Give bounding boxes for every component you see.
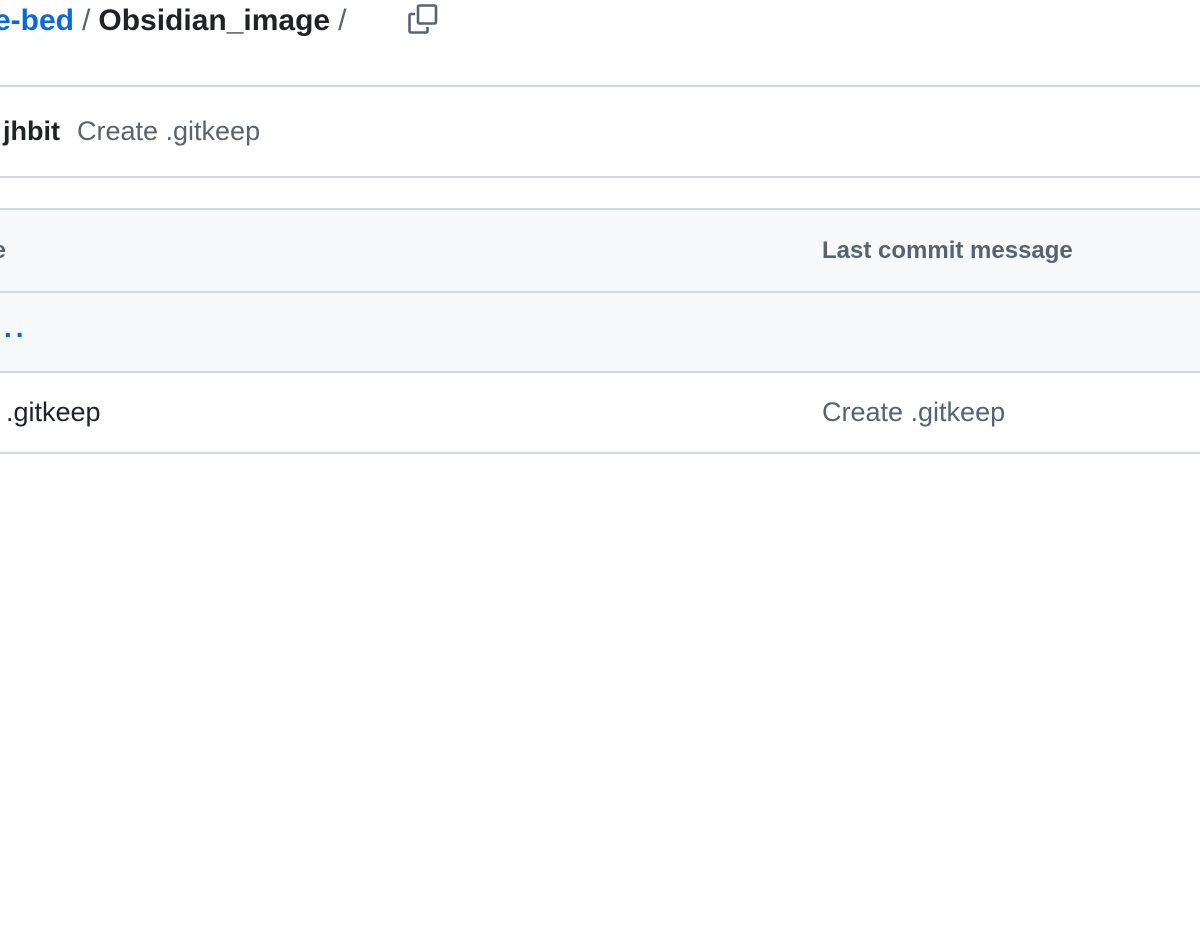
- breadcrumb-trailing-separator: /: [338, 4, 347, 37]
- parent-directory-row[interactable]: ..: [0, 293, 1200, 373]
- column-header-name: ne: [0, 237, 6, 265]
- column-header-last-commit-message: Last commit message: [822, 236, 1073, 264]
- table-header-row: ne Last commit message: [0, 210, 1200, 293]
- parent-directory-link[interactable]: ..: [4, 312, 28, 344]
- commit-message-link[interactable]: Create .gitkeep: [77, 116, 260, 147]
- breadcrumb-current-folder: Obsidian_image: [98, 4, 331, 37]
- copy-path-button[interactable]: [404, 2, 442, 40]
- commit-author-link[interactable]: jhbit: [3, 116, 60, 147]
- latest-commit-bar: jhbit Create .gitkeep: [0, 85, 1200, 178]
- copy-icon: [406, 2, 440, 41]
- file-table: ne Last commit message .. .gitkeep Creat…: [0, 208, 1200, 454]
- breadcrumb: e-bed / Obsidian_image /: [0, 0, 354, 42]
- file-name-link[interactable]: .gitkeep: [6, 397, 101, 428]
- breadcrumb-separator: /: [82, 4, 91, 37]
- file-commit-message-link[interactable]: Create .gitkeep: [822, 397, 1005, 428]
- page: e-bed / Obsidian_image / jhbit Create .g…: [0, 0, 1200, 942]
- table-row[interactable]: .gitkeep Create .gitkeep: [0, 373, 1200, 454]
- breadcrumb-repo-link[interactable]: e-bed: [0, 4, 74, 38]
